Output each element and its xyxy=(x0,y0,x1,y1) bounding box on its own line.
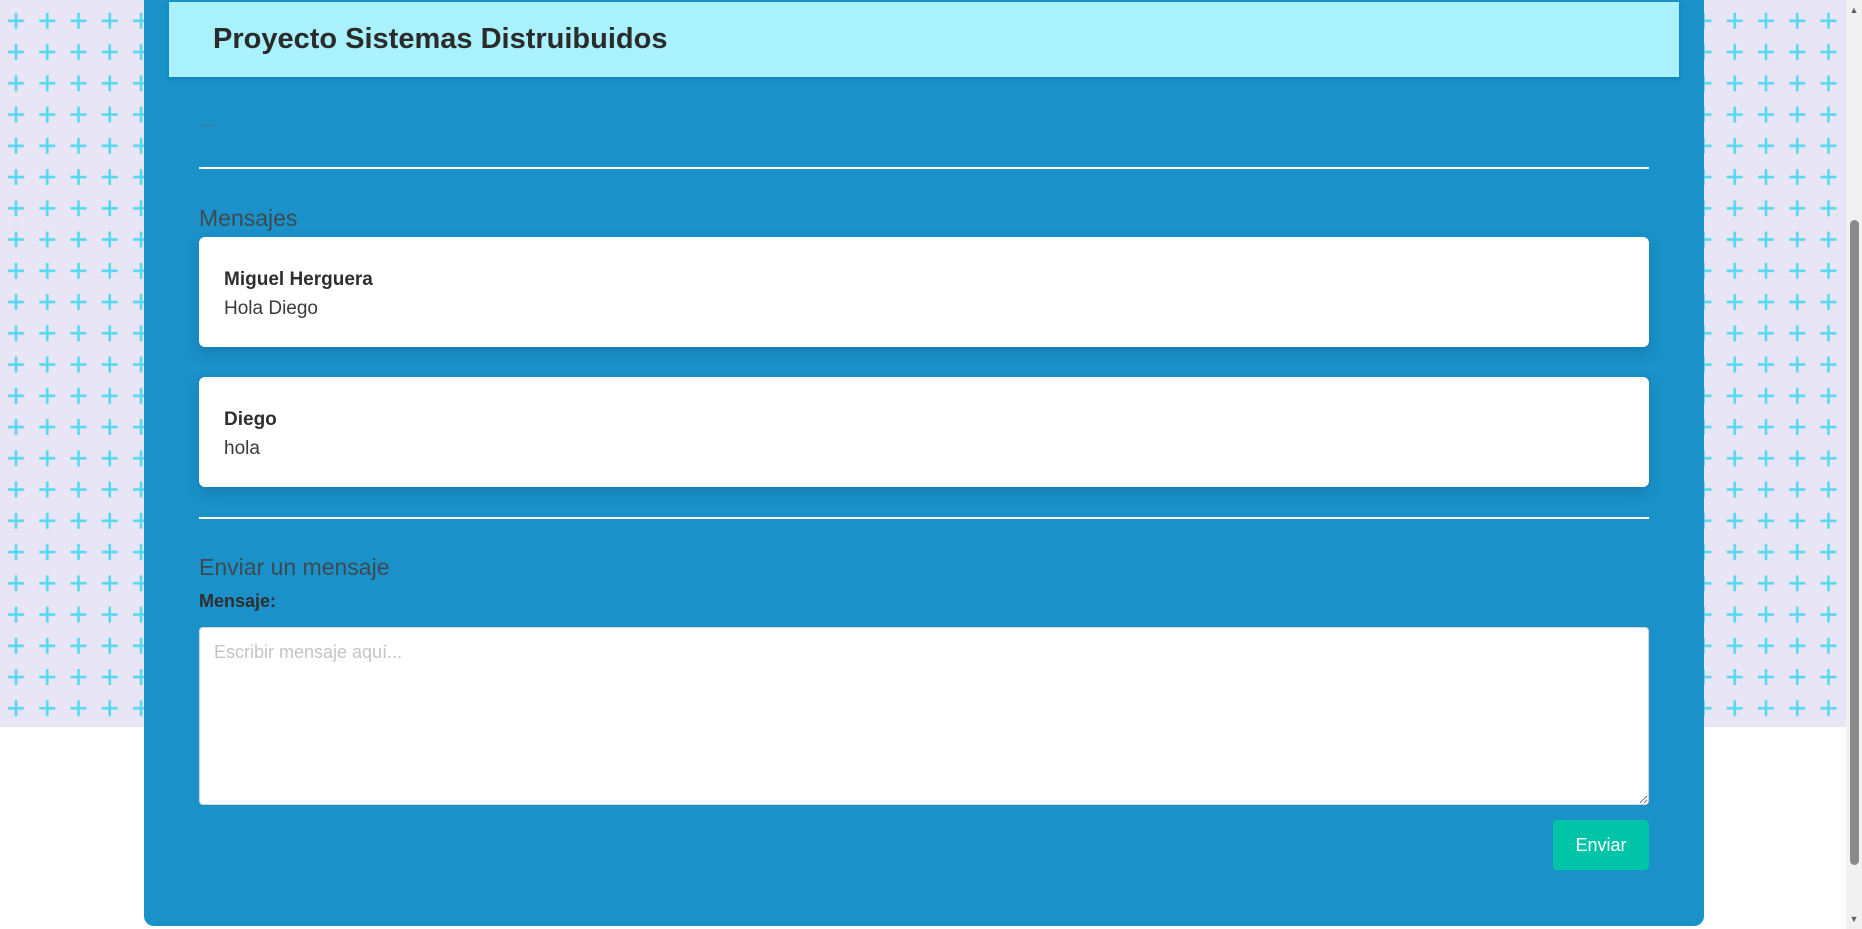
page-header: Proyecto Sistemas Distruibuidos xyxy=(169,2,1679,77)
message-card: Miguel Herguera Hola Diego xyxy=(199,237,1649,347)
chevron-up-icon[interactable]: ▲ xyxy=(1846,2,1862,18)
message-field-label: Mensaje: xyxy=(199,591,277,611)
send-message-title: Enviar un mensaje xyxy=(199,554,390,580)
chevron-down-icon[interactable]: ▼ xyxy=(1846,911,1862,927)
message-card: Diego hola xyxy=(199,377,1649,487)
message-author: Miguel Herguera xyxy=(224,269,373,290)
main-card: Proyecto Sistemas Distruibuidos .... Men… xyxy=(144,0,1704,926)
divider xyxy=(199,517,1649,519)
send-button[interactable]: Enviar xyxy=(1553,820,1649,870)
message-author: Diego xyxy=(224,409,277,430)
page-title: Proyecto Sistemas Distruibuidos xyxy=(213,23,668,55)
divider xyxy=(199,167,1649,169)
message-textarea[interactable] xyxy=(199,627,1649,805)
scrollbar-thumb[interactable] xyxy=(1850,220,1859,865)
status-text: .... xyxy=(199,113,217,130)
messages-title: Mensajes xyxy=(199,205,298,231)
message-text: Hola Diego xyxy=(224,298,318,319)
vertical-scrollbar[interactable]: ▲ ▼ xyxy=(1846,0,1862,929)
message-text: hola xyxy=(224,438,260,459)
